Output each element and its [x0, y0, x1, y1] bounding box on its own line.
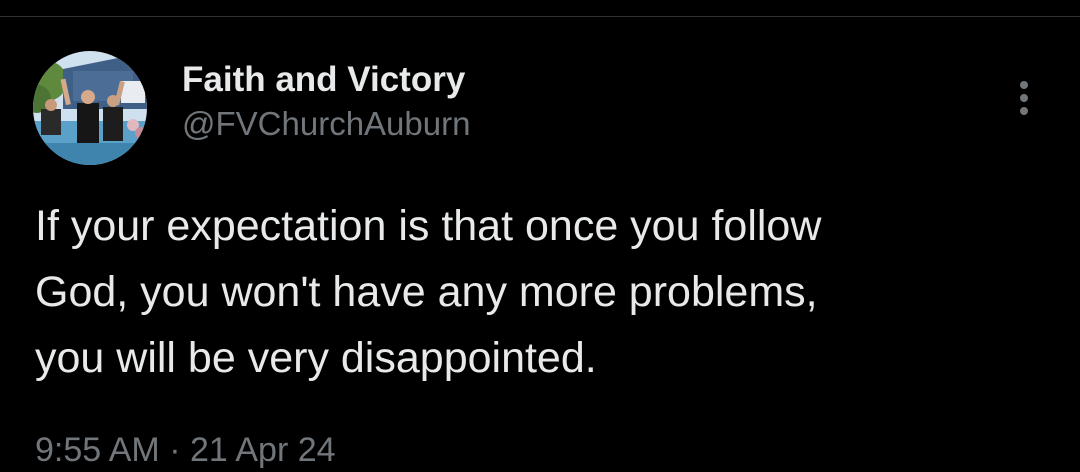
tweet-timestamp[interactable]: 9:55 AM · 21 Apr 24 — [35, 425, 336, 472]
author-display-name[interactable]: Faith and Victory — [182, 58, 470, 102]
tweet-text: If your expectation is that once you fol… — [35, 193, 1045, 391]
tweet-date: 21 Apr 24 — [189, 431, 336, 469]
avatar[interactable] — [33, 51, 147, 165]
more-options-button[interactable] — [1002, 76, 1046, 120]
author-block: Faith and Victory @FVChurchAuburn — [182, 58, 470, 146]
tweet-text-line: you will be very disappointed. — [35, 334, 597, 382]
tweet-time: 9:55 AM — [35, 431, 160, 469]
avatar-photo — [33, 51, 147, 165]
author-handle[interactable]: @FVChurchAuburn — [182, 102, 470, 146]
top-divider — [0, 16, 1080, 17]
more-vertical-icon — [1020, 81, 1028, 115]
tweet-text-line: If your expectation is that once you fol… — [35, 202, 822, 250]
tweet-text-line: God, you won't have any more problems, — [35, 268, 818, 316]
meta-separator: · — [169, 431, 181, 469]
